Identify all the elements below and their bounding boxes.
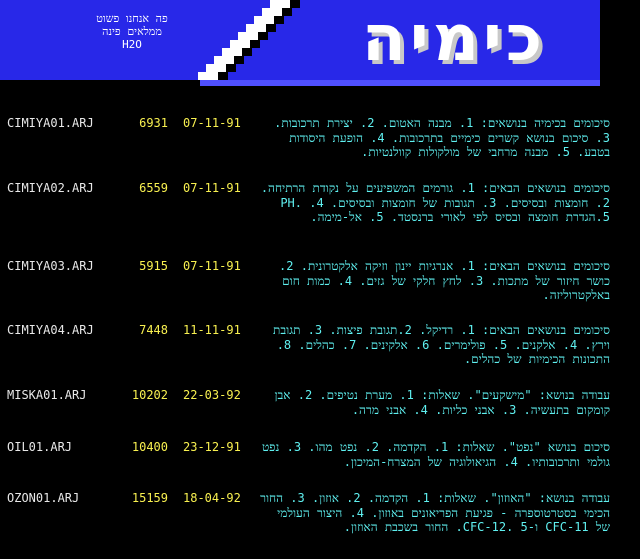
file-description: עבודה בנושא: "האוזון". שאלות: 1. הקדמה. …	[260, 491, 610, 534]
file-name[interactable]: CIMIYA02.ARJ	[7, 181, 117, 195]
tagline-line-3: H2O	[122, 38, 142, 51]
tagline-line-2: ממלאים פינה	[102, 25, 162, 38]
file-date: 07-11-91	[183, 116, 241, 130]
file-size: 10202	[131, 388, 168, 402]
file-name[interactable]: OIL01.ARJ	[7, 440, 117, 454]
file-size: 5915	[139, 259, 168, 273]
file-size: 7448	[139, 323, 168, 337]
file-description: סיכומים בכימיה בנושאים: 1. מבנה האטום. 2…	[274, 116, 610, 159]
file-description: עבודה בנושא: "מישקעים". שאלות: 1. מערת נ…	[274, 388, 610, 417]
file-size: 6559	[139, 181, 168, 195]
file-date: 07-11-91	[183, 181, 241, 195]
file-date: 22-03-92	[183, 388, 241, 402]
file-date: 23-12-91	[183, 440, 241, 454]
file-name[interactable]: CIMIYA03.ARJ	[7, 259, 117, 273]
file-name[interactable]: MISKA01.ARJ	[7, 388, 117, 402]
file-name[interactable]: OZON01.ARJ	[7, 491, 117, 505]
file-description: סיכומים בנושאים הבאים: 1. רדיקל. 2.תגובת…	[273, 323, 610, 366]
file-description: סיכום בנושא "נפט". שאלות: 1. הקדמה. 2. נ…	[261, 440, 610, 469]
logo-title: כימיה	[361, 2, 547, 76]
file-date: 11-11-91	[183, 323, 241, 337]
tagline-line-1: פה אנחנו פשוט	[96, 12, 168, 25]
file-date: 18-04-92	[183, 491, 241, 505]
header-tagline: פה אנחנו פשוט ממלאים פינה H2O	[22, 12, 242, 51]
file-description: סיכומים בנושאים הבאים: 1. אנרגיות יינון …	[279, 259, 610, 302]
file-description: סיכומים בנושאים הבאים: 1. גורמים המשפיעי…	[260, 181, 610, 224]
file-name[interactable]: CIMIYA01.ARJ	[7, 116, 117, 130]
file-name[interactable]: CIMIYA04.ARJ	[7, 323, 117, 337]
file-size: 6931	[139, 116, 168, 130]
file-size: 15159	[131, 491, 168, 505]
file-date: 07-11-91	[183, 259, 241, 273]
file-size: 10400	[131, 440, 168, 454]
banner-shadow	[200, 80, 600, 86]
